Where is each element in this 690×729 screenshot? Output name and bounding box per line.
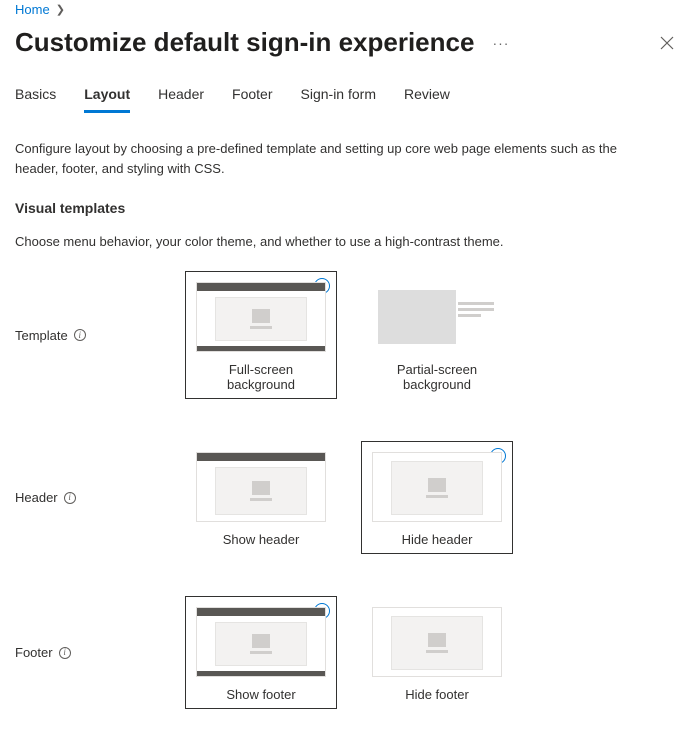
tab-layout[interactable]: Layout — [84, 86, 130, 113]
template-option-full[interactable]: Full-screen background — [185, 271, 337, 399]
template-full-preview — [196, 282, 326, 352]
footer-show-caption: Show footer — [196, 687, 326, 702]
title-row: Customize default sign-in experience ··· — [15, 27, 675, 58]
header-hide-caption: Hide header — [372, 532, 502, 547]
footer-option-hide[interactable]: Hide footer — [361, 596, 513, 709]
section-subtext: Choose menu behavior, your color theme, … — [15, 234, 675, 249]
header-label-text: Header — [15, 490, 58, 505]
footer-show-preview — [196, 607, 326, 677]
footer-hide-preview — [372, 607, 502, 677]
template-label: Template i — [15, 328, 185, 343]
section-heading: Visual templates — [15, 200, 675, 216]
tab-footer[interactable]: Footer — [232, 86, 272, 113]
tab-header[interactable]: Header — [158, 86, 204, 113]
breadcrumb-home[interactable]: Home — [15, 2, 50, 17]
info-icon[interactable]: i — [59, 647, 71, 659]
tab-signin[interactable]: Sign-in form — [301, 86, 376, 113]
header-label: Header i — [15, 490, 185, 505]
header-row: Header i Show header Hide header — [15, 441, 675, 554]
info-icon[interactable]: i — [64, 492, 76, 504]
close-button[interactable] — [659, 35, 675, 51]
template-label-text: Template — [15, 328, 68, 343]
layout-description: Configure layout by choosing a pre-defin… — [15, 139, 655, 178]
tab-bar: Basics Layout Header Footer Sign-in form… — [15, 86, 675, 113]
tab-basics[interactable]: Basics — [15, 86, 56, 113]
footer-hide-caption: Hide footer — [372, 687, 502, 702]
footer-label: Footer i — [15, 645, 185, 660]
footer-row: Footer i Show footer Hide footer — [15, 596, 675, 709]
header-show-caption: Show header — [196, 532, 326, 547]
footer-option-show[interactable]: Show footer — [185, 596, 337, 709]
tab-review[interactable]: Review — [404, 86, 450, 113]
header-option-hide[interactable]: Hide header — [361, 441, 513, 554]
template-partial-caption: Partial-screen background — [372, 362, 502, 392]
template-row: Template i Full-screen background Partia… — [15, 271, 675, 399]
header-option-show[interactable]: Show header — [185, 441, 337, 554]
page-title: Customize default sign-in experience — [15, 27, 474, 58]
close-icon — [659, 35, 675, 51]
template-option-partial[interactable]: Partial-screen background — [361, 271, 513, 399]
chevron-right-icon: ❯ — [56, 3, 65, 16]
info-icon[interactable]: i — [74, 329, 86, 341]
more-actions-button[interactable]: ··· — [492, 35, 509, 51]
template-partial-preview — [372, 282, 502, 352]
header-show-preview — [196, 452, 326, 522]
breadcrumb: Home ❯ — [15, 2, 675, 17]
footer-label-text: Footer — [15, 645, 53, 660]
header-hide-preview — [372, 452, 502, 522]
template-full-caption: Full-screen background — [196, 362, 326, 392]
